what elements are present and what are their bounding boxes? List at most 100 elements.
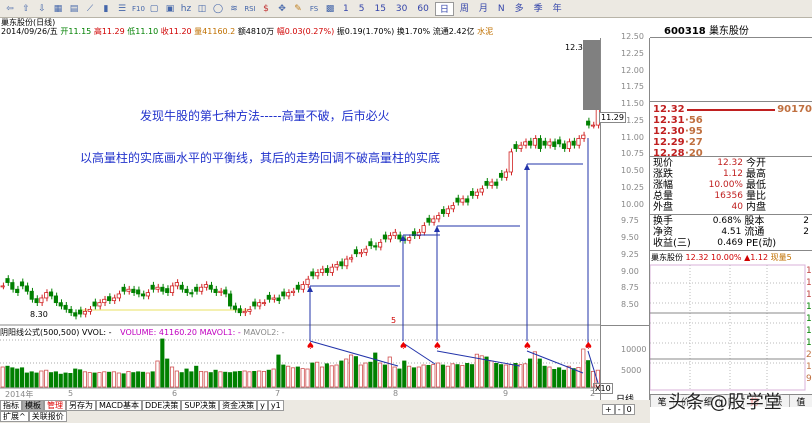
volume-bar bbox=[228, 372, 233, 388]
zoom-in-button[interactable]: + bbox=[602, 404, 615, 415]
quote-value: 1.12 bbox=[722, 169, 743, 179]
chart-title: 巢东股份(日线) bbox=[1, 18, 56, 27]
bottom-tab-0[interactable]: 扩展^ bbox=[0, 411, 29, 422]
open-value: 11.15 bbox=[68, 27, 92, 36]
volume-bar bbox=[0, 366, 5, 388]
last-price-label: 11.29 bbox=[599, 112, 626, 123]
volume-bar bbox=[339, 360, 344, 388]
indicator-tab-2[interactable]: 管理 bbox=[44, 400, 66, 411]
grid-icon[interactable]: ▦ bbox=[51, 2, 65, 15]
rsi-icon[interactable]: RSI bbox=[243, 2, 257, 15]
kline-icon[interactable]: ▮ bbox=[99, 2, 113, 15]
price-tick: 8.75 bbox=[621, 283, 639, 293]
sector-link[interactable]: 水泥 bbox=[477, 27, 493, 36]
compare-icon[interactable]: ◫ bbox=[195, 2, 209, 15]
volume-bar bbox=[319, 366, 325, 388]
news-icon[interactable]: ▣ bbox=[163, 2, 177, 15]
volume-bar bbox=[387, 356, 392, 388]
formula-name[interactable]: 阴阳线公式(500,500) bbox=[0, 328, 79, 337]
fs-icon[interactable]: FS bbox=[307, 2, 321, 15]
period-6[interactable]: 周 bbox=[456, 2, 473, 16]
price-tick: 9.50 bbox=[621, 233, 639, 242]
panel-tab-6[interactable]: 值 bbox=[788, 395, 812, 408]
indicator-tab-7[interactable]: 资金决策 bbox=[219, 400, 258, 411]
volume-bar bbox=[73, 368, 78, 388]
candle bbox=[242, 310, 247, 314]
intraday-chart[interactable]: 12 11 11 11 10 10 10 27 18 90 bbox=[649, 263, 812, 391]
volume-bar bbox=[286, 365, 291, 388]
candle bbox=[155, 286, 160, 290]
candle bbox=[145, 292, 150, 297]
quote-row: 涨跌 1.12 最高 bbox=[653, 169, 809, 180]
period-1[interactable]: 5 bbox=[355, 2, 369, 16]
period-7[interactable]: 月 bbox=[475, 2, 492, 16]
indicator-tab-4[interactable]: MACD基本 bbox=[96, 400, 142, 411]
indicator-tab-3[interactable]: 另存为 bbox=[66, 400, 96, 411]
pen-icon[interactable]: ✎ bbox=[291, 2, 305, 15]
kline-chart[interactable]: ♠ ♠ ♠ ♠ ♠ bbox=[0, 38, 600, 400]
month-label: 9 bbox=[503, 389, 509, 398]
candle bbox=[344, 258, 349, 267]
candle bbox=[460, 198, 465, 203]
period-11[interactable]: 年 bbox=[549, 2, 566, 16]
candle bbox=[489, 181, 494, 186]
candle bbox=[547, 141, 552, 146]
circle-icon[interactable]: ◯ bbox=[211, 2, 225, 15]
candle bbox=[48, 291, 54, 297]
period-5[interactable]: 日 bbox=[434, 1, 454, 16]
period-0[interactable]: 1 bbox=[339, 2, 353, 16]
scrollbar-indicator[interactable] bbox=[583, 40, 600, 110]
mavol1: MAVOL1: - bbox=[199, 328, 241, 337]
indicator-tab-5[interactable]: DDE决策 bbox=[141, 400, 182, 411]
back-icon[interactable]: ⇦ bbox=[3, 2, 17, 15]
period-8[interactable]: N bbox=[494, 2, 509, 16]
list-icon[interactable]: ☰ bbox=[115, 2, 129, 15]
info-bar: 巢东股份(日线) 2014/09/26/五 开11.15 高11.29 低11.… bbox=[0, 18, 600, 38]
mini-axis-tick: 11 bbox=[806, 290, 812, 300]
vol-value: 41160.2 bbox=[202, 27, 236, 36]
volume-bar bbox=[111, 371, 117, 388]
mavol2: MAVOL2: - bbox=[243, 328, 285, 337]
candle bbox=[305, 278, 310, 285]
indicator-icon[interactable]: ≋ bbox=[227, 2, 241, 15]
period-4[interactable]: 60 bbox=[413, 2, 432, 16]
turnover: 换1.70% bbox=[396, 27, 431, 36]
volume-bar bbox=[537, 358, 542, 388]
indicator-tab-8[interactable]: y bbox=[257, 400, 268, 411]
candle bbox=[469, 191, 475, 196]
candle bbox=[358, 251, 363, 255]
indicator-tab-0[interactable]: 指标 bbox=[0, 400, 22, 411]
volume-bar bbox=[460, 364, 465, 388]
high-label: 高 bbox=[93, 27, 102, 36]
line-icon[interactable]: ⟋ bbox=[83, 2, 97, 15]
bottom-tab-1[interactable]: 关联报价 bbox=[28, 411, 67, 422]
hz-icon[interactable]: hz bbox=[179, 2, 193, 15]
volume-bar bbox=[24, 372, 29, 388]
mini-axis-tick: 12 bbox=[806, 266, 812, 276]
period-10[interactable]: 季 bbox=[530, 2, 547, 16]
up-icon[interactable]: ⇧ bbox=[19, 2, 33, 15]
table-icon[interactable]: ▤ bbox=[67, 2, 81, 15]
price-tick: 12.50 bbox=[621, 32, 644, 41]
candle bbox=[169, 285, 175, 293]
indicator-tab-9[interactable]: y1 bbox=[267, 400, 284, 411]
zoom-reset-button[interactable]: 0 bbox=[623, 404, 635, 415]
period-9[interactable]: 多 bbox=[511, 2, 528, 16]
price-tick: 9.00 bbox=[621, 266, 639, 276]
volume-bar bbox=[58, 373, 63, 388]
down-icon[interactable]: ⇩ bbox=[35, 2, 49, 15]
money-icon[interactable]: $ bbox=[259, 2, 273, 15]
candle bbox=[421, 225, 426, 233]
move-icon[interactable]: ✥ bbox=[275, 2, 289, 15]
period-3[interactable]: 30 bbox=[392, 2, 411, 16]
indicator-tab-1[interactable]: 模板 bbox=[22, 400, 44, 411]
zoom-out-button[interactable]: - bbox=[614, 404, 624, 415]
period-2[interactable]: 15 bbox=[370, 2, 389, 16]
indicator-tab-6[interactable]: SUP决策 bbox=[181, 400, 220, 411]
screen-icon[interactable]: ▩ bbox=[323, 2, 337, 15]
candle bbox=[523, 141, 528, 146]
volume-bar bbox=[213, 369, 218, 388]
f10-icon[interactable]: F10 bbox=[131, 2, 145, 15]
candle bbox=[44, 292, 49, 299]
doc-icon[interactable]: ▢ bbox=[147, 2, 161, 15]
